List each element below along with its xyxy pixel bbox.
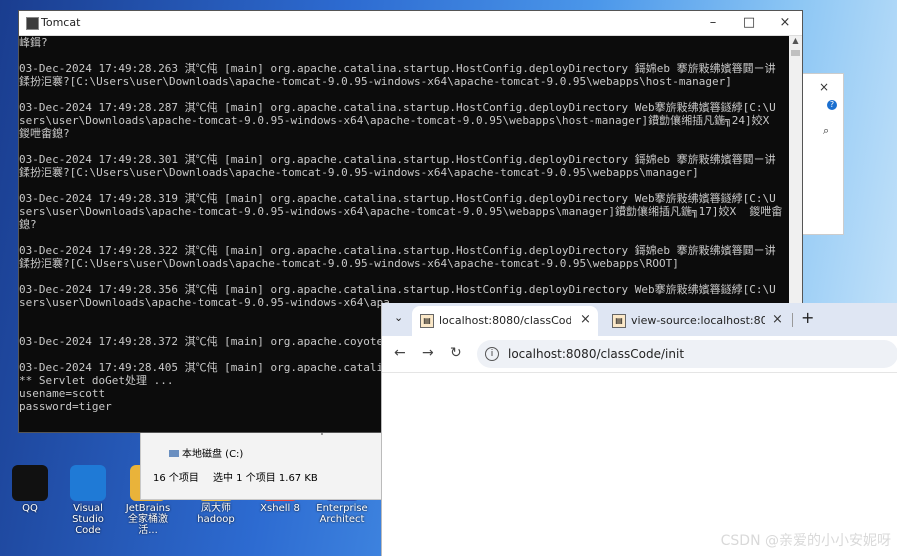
tab-view-source[interactable]: ▤ view-source:localhost:8080/c × — [604, 306, 790, 336]
console-line: 03-Dec-2024 17:49:28.263 淇℃伅 [main] org.… — [19, 62, 776, 75]
app-icon — [70, 465, 106, 501]
scroll-up-icon[interactable]: ▲ — [789, 36, 802, 48]
console-line: 03-Dec-2024 17:49:28.322 淇℃伅 [main] org.… — [19, 244, 776, 257]
drive-icon — [169, 450, 179, 457]
console-line: 鍒扮洰褰?[C:\Users\user\Downloads\apache-tom… — [19, 75, 732, 88]
tab-close-icon[interactable]: × — [580, 312, 591, 327]
tab-label: view-source:localhost:8080/c — [631, 314, 765, 327]
watermark: CSDN @亲爱的小小安妮呀 — [720, 533, 891, 549]
tab-label: localhost:8080/classCode/init — [439, 314, 571, 327]
close-button[interactable]: × — [771, 13, 799, 33]
console-line: 峰鍓? — [19, 36, 48, 49]
console-line: 03-Dec-2024 17:49:28.319 淇℃伅 [main] org.… — [19, 192, 776, 205]
console-line: 鎴? — [19, 218, 37, 231]
tab-strip: ⌄ ▤ localhost:8080/classCode/init × ▤ vi… — [382, 303, 897, 336]
page-favicon: ▤ — [420, 314, 434, 328]
console-title: Tomcat — [41, 16, 81, 29]
tab-close-icon[interactable]: × — [772, 312, 783, 327]
console-line: 鍒扮洰褰?[C:\Users\user\Downloads\apache-tom… — [19, 166, 699, 179]
browser-toolbar: ← → ↻ i localhost:8080/classCode/init — [382, 336, 897, 373]
explorer-drive-item[interactable]: 本地磁盘 (C:) — [169, 445, 243, 460]
page-favicon: ▤ — [612, 314, 626, 328]
desktop-icon[interactable]: QQ — [4, 465, 56, 514]
console-line: 鍐呭畬鎴? — [19, 127, 70, 140]
console-line: 03-Dec-2024 17:49:28.356 淇℃伅 [main] org.… — [19, 283, 776, 296]
desktop-icon-label: Xshell 8 — [260, 503, 300, 514]
url-text[interactable]: localhost:8080/classCode/init — [508, 347, 684, 361]
console-line: sers\user\Downloads\apache-tomcat-9.0.95… — [19, 205, 783, 218]
desktop-icon-label: JetBrains 全家桶激活... — [125, 503, 171, 536]
close-icon[interactable]: × — [819, 80, 829, 94]
explorer-status-count: 16 个项目 — [153, 473, 199, 484]
help-icon[interactable]: ? — [827, 100, 837, 110]
app-icon — [12, 465, 48, 501]
console-app-icon — [26, 17, 39, 30]
desktop-icon-label: Visual Studio Code — [72, 503, 104, 536]
console-line: 鍒扮洰褰?[C:\Users\user\Downloads\apache-tom… — [19, 257, 679, 270]
explorer-status-selected: 选中 1 个项目 1.67 KB — [213, 473, 318, 484]
search-icon[interactable]: ⌕ — [823, 124, 829, 138]
scroll-thumb[interactable] — [791, 50, 800, 56]
console-titlebar[interactable]: Tomcat – □ × — [19, 11, 802, 36]
reload-button[interactable]: ↻ — [450, 345, 462, 361]
tab-classcode-init[interactable]: ▤ localhost:8080/classCode/init × — [412, 306, 598, 336]
back-button[interactable]: ← — [394, 345, 406, 361]
new-tab-button[interactable]: + — [801, 308, 814, 327]
tab-search-button[interactable]: ⌄ — [394, 311, 403, 324]
desktop-icon[interactable]: Visual Studio Code — [62, 465, 114, 536]
maximize-button[interactable]: □ — [735, 13, 763, 33]
browser-window: ⌄ ▤ localhost:8080/classCode/init × ▤ vi… — [381, 303, 897, 556]
forward-button[interactable]: → — [422, 345, 434, 361]
address-bar[interactable]: i localhost:8080/classCode/init — [477, 340, 897, 368]
minimize-button[interactable]: – — [699, 13, 727, 33]
console-line: sers\user\Downloads\apache-tomcat-9.0.95… — [19, 114, 770, 127]
tab-divider — [792, 313, 793, 327]
site-info-icon[interactable]: i — [485, 347, 499, 361]
console-line: 03-Dec-2024 17:49:28.287 淇℃伅 [main] org.… — [19, 101, 776, 114]
desktop-icon-label: Enterprise Architect — [316, 503, 368, 525]
console-line: 03-Dec-2024 17:49:28.301 淇℃伅 [main] org.… — [19, 153, 776, 166]
background-window: × ? ⌕ — [800, 73, 844, 235]
desktop-icon-label: 凤大师hadoop — [197, 503, 235, 525]
desktop-icon-label: QQ — [22, 503, 38, 514]
